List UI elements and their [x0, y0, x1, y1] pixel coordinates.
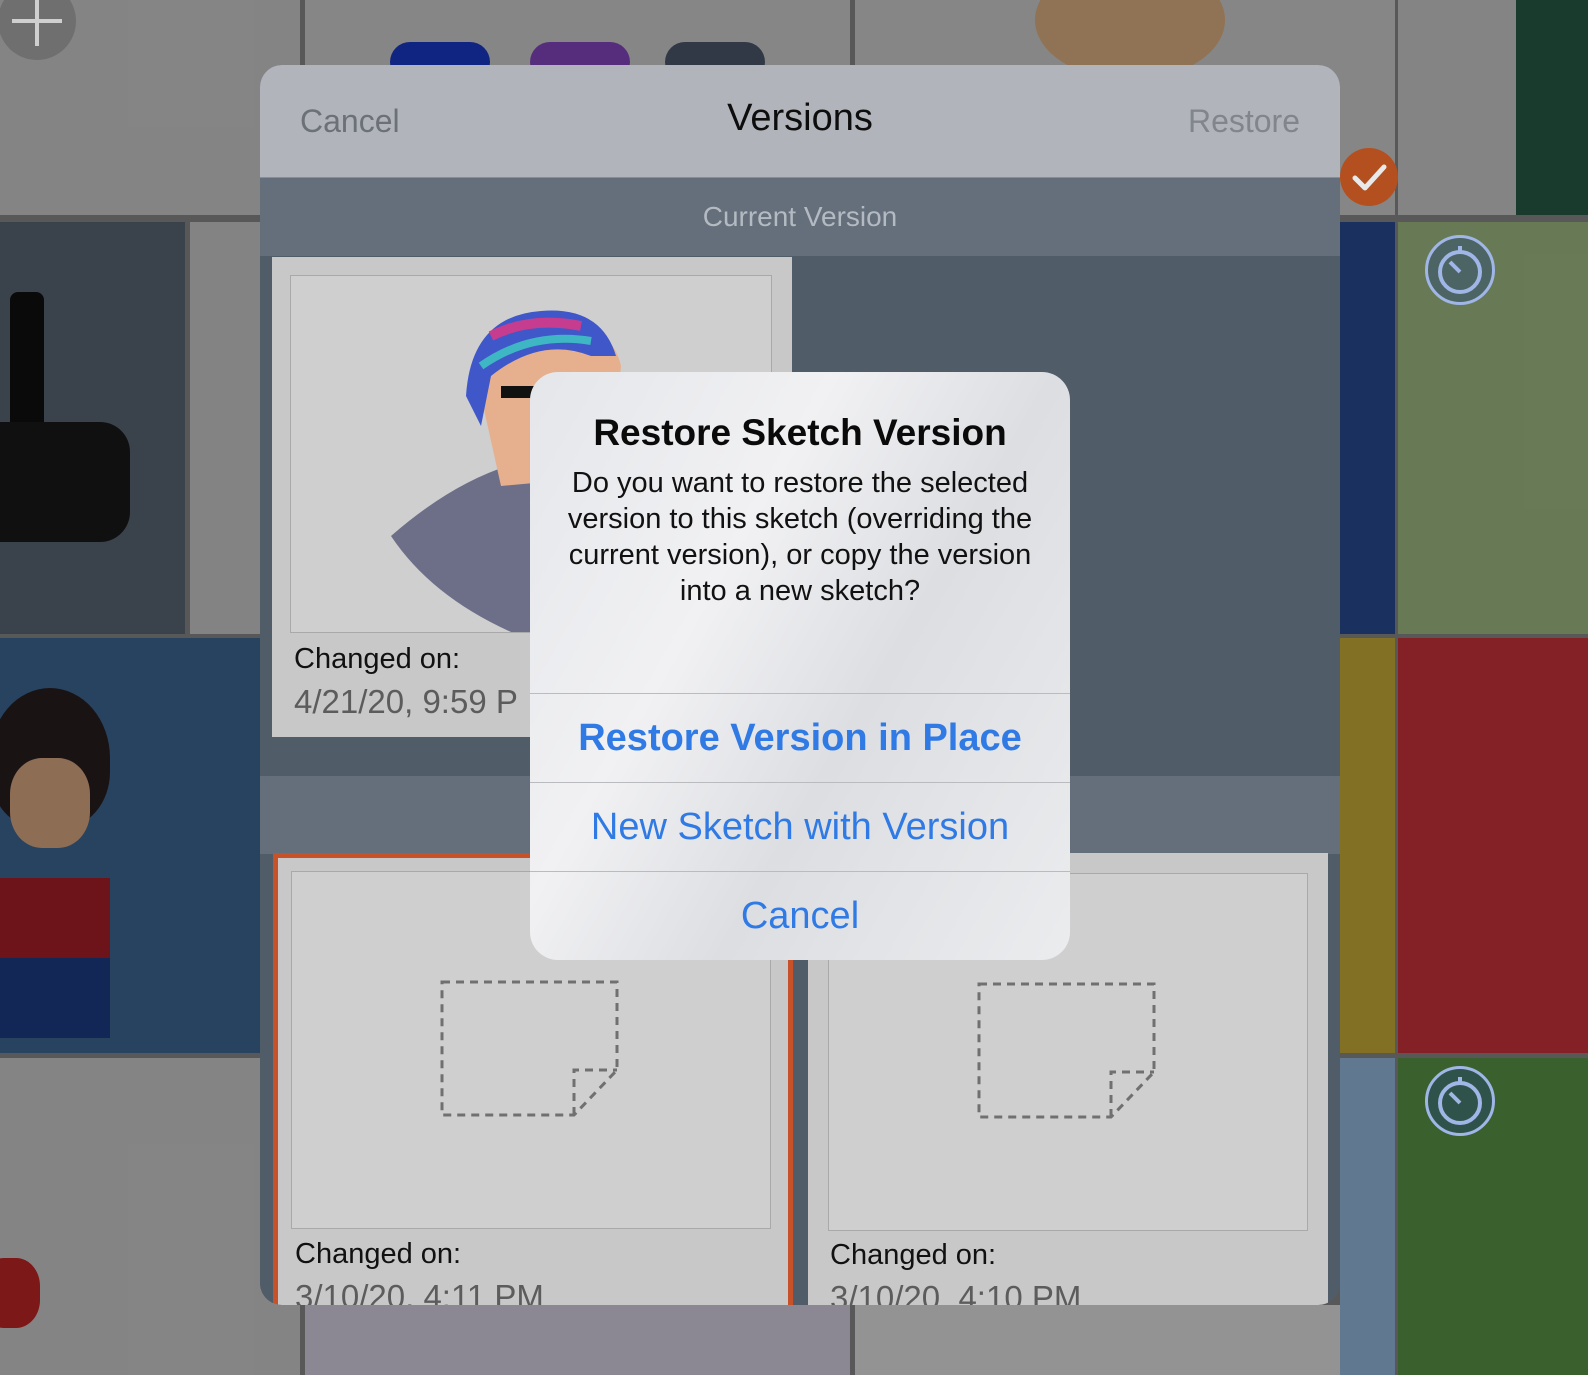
checkmark-icon: [1340, 148, 1398, 206]
restore-button[interactable]: Restore: [1188, 103, 1300, 140]
alert-message: Do you want to restore the selected vers…: [567, 467, 1033, 607]
changed-on-date: 3/10/20, 4:11 PM: [295, 1278, 544, 1305]
alert-cancel-button[interactable]: Cancel: [530, 871, 1070, 960]
restore-in-place-button[interactable]: Restore Version in Place: [530, 693, 1070, 782]
changed-on-label: Changed on:: [830, 1239, 997, 1271]
changed-on-label: Changed on:: [294, 643, 461, 675]
clock-icon: [1425, 235, 1495, 305]
page-title: Versions: [727, 97, 873, 139]
section-header-current: Current Version: [260, 178, 1340, 256]
restore-alert-dialog: Restore Sketch Version Do you want to re…: [530, 372, 1070, 960]
clock-icon: [1425, 1066, 1495, 1136]
versions-navbar: Cancel Versions Restore: [260, 65, 1340, 178]
add-icon[interactable]: [0, 0, 76, 60]
changed-on-date: 3/10/20, 4:10 PM: [830, 1279, 1082, 1305]
new-sketch-button[interactable]: New Sketch with Version: [530, 782, 1070, 871]
changed-on-label: Changed on:: [295, 1238, 462, 1270]
alert-title: Restore Sketch Version: [593, 412, 1007, 453]
changed-on-date: 4/21/20, 9:59 P: [294, 683, 518, 720]
